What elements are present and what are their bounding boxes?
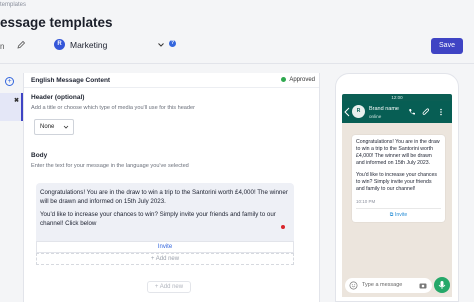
divider [0,63,474,64]
pencil-icon[interactable] [16,40,26,50]
language-sidebar: + ✖ [0,73,23,302]
header-section-subtitle: Add a title or choose which type of medi… [31,105,195,111]
chat-header: R Brand name online [342,101,452,123]
compose-input: Type a message [345,278,432,293]
bubble-paragraph: You'd like to increase your chances to w… [356,172,437,192]
bubble-invite-button: ⧉ Invite [356,208,441,220]
divider [24,87,319,88]
chevron-down-icon[interactable] [157,41,165,49]
account-name[interactable]: Marketing [70,40,107,50]
invite-button[interactable]: Invite [36,241,294,253]
compose-bar: Type a message [342,275,452,297]
help-icon[interactable]: ? [169,40,176,47]
body-section-title: Body [31,152,48,159]
chevron-down-icon [63,125,69,129]
page-title: essage templates [0,15,113,30]
phone-icon [409,109,415,115]
phone-status-bar: 12:00 [342,94,452,101]
body-textarea[interactable]: Congratulations! You are in the draw to … [36,183,294,241]
error-dot-icon [281,225,285,229]
message-editor: English Message Content Approved Header … [23,73,320,302]
sidebar-item-english[interactable]: ✖ [0,93,23,121]
toolbar: n R Marketing ? [0,36,474,58]
bubble-invite-label: Invite [394,212,408,218]
message-bubble: Congratulations! You are in the draw to … [352,135,445,222]
mic-icon [434,277,450,293]
more-vertical-icon [440,108,442,116]
body-paragraph: You'd like to increase your chances to w… [40,211,276,227]
body-section-subtitle: Enter the text for your message in the l… [31,163,189,169]
header-section-title: Header (optional) [31,94,85,101]
add-section-button[interactable]: + Add new [147,281,191,293]
add-language-icon[interactable]: + [5,77,14,86]
language-title: English Message Content [31,77,111,84]
compose-placeholder: Type a message [362,282,403,288]
bubble-paragraph: Congratulations! You are in the draw to … [356,139,440,166]
add-button-button[interactable]: + Add new [36,253,294,265]
breadcrumb[interactable]: templates [0,2,26,8]
camera-icon [419,283,427,289]
header-media-value: None [40,124,55,130]
remove-icon[interactable]: ✖ [14,97,19,104]
back-arrow-icon [344,107,350,117]
header-media-select[interactable]: None [34,119,74,135]
attachment-icon [422,108,430,115]
message-time: 10:10 PM [356,199,376,204]
whatsapp-preview: 12:00 R Brand name online Congratulation… [335,73,459,302]
brand-status: online [369,114,382,119]
brand-name: Brand name [369,106,399,112]
save-button[interactable]: Save [431,38,463,54]
body-paragraph: Congratulations! You are in the draw to … [40,189,288,205]
emoji-icon [349,281,358,290]
status-label: Approved [289,77,315,84]
brand-avatar: R [352,105,365,118]
chat-area: Congratulations! You are in the draw to … [342,123,452,275]
status-dot-icon [281,77,287,82]
template-name-label: n [0,42,5,51]
status-badge: Approved [281,77,315,83]
account-avatar: R [54,39,65,50]
